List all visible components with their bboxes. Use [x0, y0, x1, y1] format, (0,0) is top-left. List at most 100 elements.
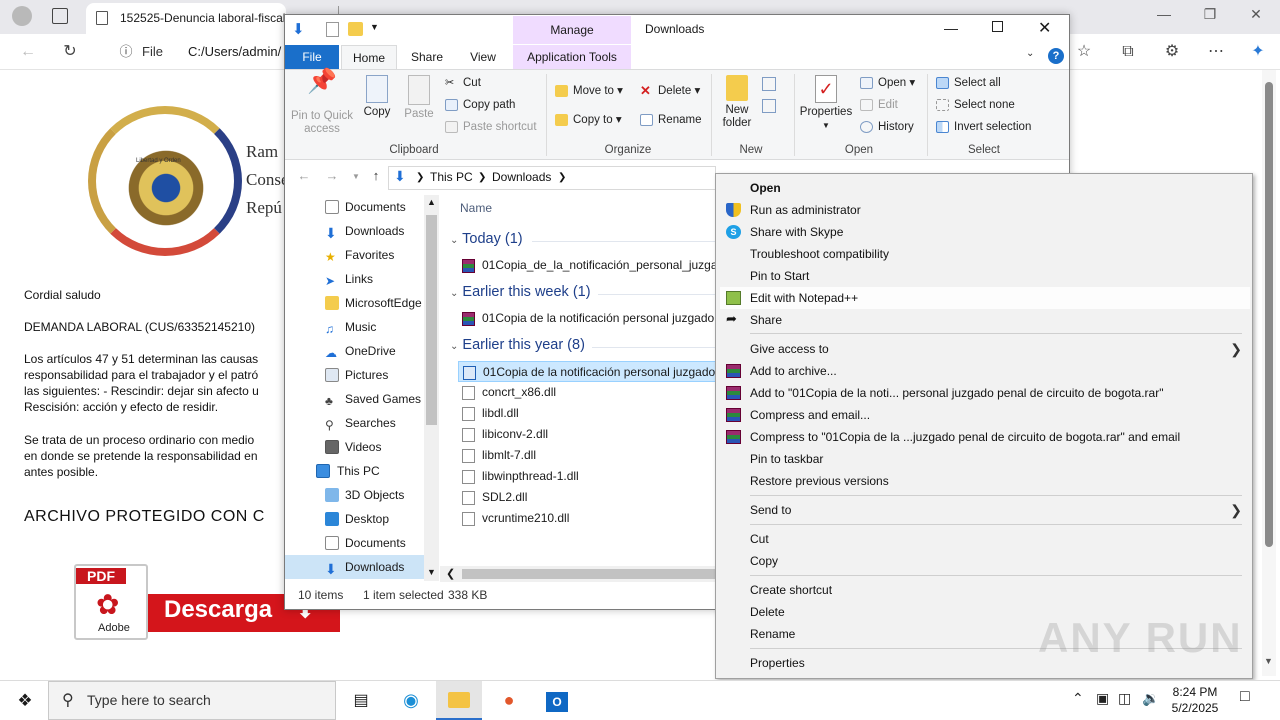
explorer-forward-icon[interactable]: → [322, 168, 342, 188]
file-row[interactable]: libdl.dll [458, 403, 716, 424]
file-explorer-taskbar-icon[interactable] [436, 681, 482, 720]
favorites-star-icon[interactable]: ☆ [1072, 40, 1096, 64]
tab-file[interactable]: File [285, 45, 339, 69]
quick-access-download-icon[interactable]: ⬇ [292, 20, 305, 38]
menu-item-send-to[interactable]: Send to ❯ [720, 499, 1250, 521]
explorer-back-icon[interactable]: ← [294, 168, 314, 188]
page-scroll-thumb[interactable] [1265, 82, 1273, 547]
info-icon[interactable]: ⓘ [114, 40, 138, 64]
nav-documents[interactable]: Documents [300, 195, 424, 219]
up-folder-icon[interactable]: ↑ [366, 168, 386, 188]
copy-big-button[interactable]: Copy [360, 75, 394, 119]
nav-documents-pc[interactable]: Documents [300, 531, 424, 555]
edit-button[interactable]: Edit [858, 95, 898, 115]
explorer-close-icon[interactable]: ✕ [1038, 18, 1051, 38]
column-header-name[interactable]: Name [460, 201, 492, 215]
file-row[interactable]: concrt_x86.dll [458, 382, 716, 403]
pin-quick-access-button[interactable]: 📌 Pin to Quick access [289, 70, 355, 136]
file-row[interactable]: SDL2.dll [458, 487, 716, 508]
menu-item-restore-versions[interactable]: Restore previous versions [720, 470, 1250, 492]
firefox-icon[interactable]: ● [486, 681, 532, 720]
minimize-icon[interactable]: — [1154, 6, 1174, 26]
delete-button[interactable]: ✕ Delete ▾ [638, 81, 700, 101]
tray-overflow-icon[interactable]: ⌃ [1072, 690, 1084, 707]
extensions-icon[interactable]: ⚙ [1160, 40, 1184, 64]
menu-item-give-access[interactable]: Give access to ❯ [720, 338, 1250, 360]
nav-this-pc[interactable]: This PC [300, 459, 424, 483]
nav-onedrive[interactable]: ☁ OneDrive [300, 339, 424, 363]
nav-downloads[interactable]: ⬇ Downloads [300, 219, 424, 243]
nav-scroll-thumb[interactable] [426, 215, 437, 425]
recent-locations-icon[interactable]: ▼ [346, 172, 366, 192]
tray-device-icon[interactable]: ▣ [1096, 690, 1109, 707]
scroll-down-icon[interactable]: ▼ [1264, 656, 1273, 666]
profile-icon[interactable] [12, 6, 32, 26]
menu-item-edit-notepad[interactable]: Edit with Notepad++ [720, 287, 1250, 309]
nav-downloads-pc[interactable]: ⬇ Downloads [300, 555, 424, 579]
menu-item-add-to-rar[interactable]: Add to "01Copia de la noti... personal j… [720, 382, 1250, 404]
manage-contextual-tab[interactable]: Manage [513, 16, 631, 44]
taskbar-search-box[interactable]: ⚲ Type here to search [48, 681, 336, 720]
nav-scroll-down-icon[interactable]: ▼ [427, 567, 436, 577]
menu-item-compress-rar-email[interactable]: Compress to "01Copia de la ...juzgado pe… [720, 426, 1250, 448]
start-windows-icon[interactable]: ❖ [2, 681, 48, 720]
move-to-button[interactable]: Move to ▾ [553, 81, 623, 101]
file-row-selected[interactable]: 01Copia de la notificación personal juzg… [458, 361, 716, 382]
nav-scroll-up-icon[interactable]: ▲ [427, 197, 436, 207]
help-icon[interactable]: ? [1048, 48, 1064, 64]
tab-share[interactable]: Share [405, 45, 449, 69]
group-header-earlier-week[interactable]: ⌄ Earlier this week (1) [450, 284, 591, 300]
qat-dropdown-icon[interactable]: ▼ [370, 22, 379, 32]
file-row[interactable]: 01Copia_de_la_notificación_personal_juzg… [458, 255, 716, 276]
copilot-icon[interactable]: ✦ [1246, 40, 1270, 64]
crumb-downloads[interactable]: Downloads [492, 170, 551, 184]
menu-item-run-as-admin[interactable]: Run as administrator [720, 199, 1250, 221]
properties-button[interactable]: ✓ Properties ▼ [799, 75, 853, 132]
tab-view[interactable]: View [462, 45, 504, 69]
nav-microsoftedge[interactable]: MicrosoftEdge [300, 291, 424, 315]
open-button[interactable]: Open ▾ [858, 73, 915, 93]
easy-access-icon[interactable] [762, 99, 776, 113]
horizontal-scroll-thumb[interactable] [462, 569, 718, 579]
new-item-icon[interactable] [762, 77, 776, 91]
scroll-left-icon[interactable]: ❮ [446, 567, 455, 580]
menu-item-create-shortcut[interactable]: Create shortcut [720, 579, 1250, 601]
new-folder-qat-icon[interactable] [348, 22, 363, 36]
browser-tab[interactable]: 152525-Denuncia laboral-fiscal [86, 3, 286, 34]
network-icon[interactable]: ◫ [1118, 690, 1131, 707]
tab-application-tools[interactable]: Application Tools [513, 45, 631, 69]
file-row[interactable]: 01Copia de la notificación personal juzg… [458, 308, 716, 329]
select-none-button[interactable]: Select none [934, 95, 1015, 115]
nav-pictures[interactable]: Pictures [300, 363, 424, 387]
collections-icon[interactable]: ⧉ [1116, 40, 1140, 64]
more-options-icon[interactable]: ⋯ [1204, 40, 1228, 64]
menu-item-cut[interactable]: Cut [720, 528, 1250, 550]
explorer-minimize-icon[interactable]: — [944, 20, 958, 36]
properties-qat-icon[interactable] [326, 22, 339, 37]
nav-searches[interactable]: ⚲ Searches [300, 411, 424, 435]
back-icon[interactable]: ← [16, 40, 40, 64]
group-header-earlier-year[interactable]: ⌄ Earlier this year (8) [450, 337, 585, 353]
nav-desktop[interactable]: Desktop [300, 507, 424, 531]
file-row[interactable]: vcruntime210.dll [458, 508, 716, 529]
history-button[interactable]: History [858, 117, 914, 137]
menu-item-copy[interactable]: Copy [720, 550, 1250, 572]
tab-home[interactable]: Home [341, 45, 397, 69]
nav-videos[interactable]: Videos [300, 435, 424, 459]
new-folder-button[interactable]: New folder [716, 75, 758, 130]
edge-browser-icon[interactable]: ◉ [388, 681, 434, 720]
nav-saved-games[interactable]: ♣ Saved Games [300, 387, 424, 411]
explorer-maximize-icon[interactable] [992, 21, 1003, 32]
outlook-icon[interactable]: O [534, 681, 580, 720]
invert-selection-button[interactable]: Invert selection [934, 117, 1031, 137]
cut-button[interactable]: ✂ Cut [443, 73, 481, 93]
menu-item-share-skype[interactable]: S Share with Skype [720, 221, 1250, 243]
nav-music[interactable]: ♫ Music [300, 315, 424, 339]
menu-item-pin-taskbar[interactable]: Pin to taskbar [720, 448, 1250, 470]
refresh-icon[interactable]: ↻ [58, 40, 82, 64]
menu-item-compress-email[interactable]: Compress and email... [720, 404, 1250, 426]
notifications-icon[interactable]: □ [1240, 688, 1250, 706]
copy-to-button[interactable]: Copy to ▾ [553, 110, 622, 130]
group-header-today[interactable]: ⌄ Today (1) [450, 231, 523, 247]
menu-item-share[interactable]: ➦ Share [720, 309, 1250, 331]
